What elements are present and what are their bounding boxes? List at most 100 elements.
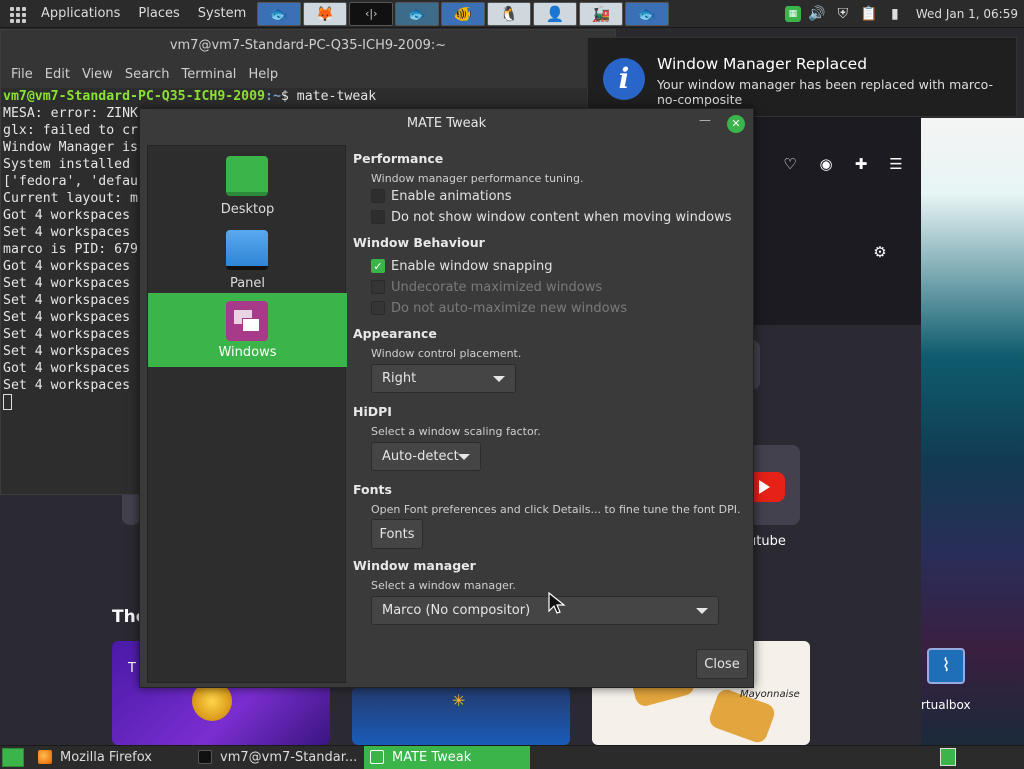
- info-icon: i: [603, 58, 645, 100]
- window-manager-dropdown[interactable]: Marco (No compositor): [371, 596, 719, 625]
- workspace-switcher-icon[interactable]: [940, 748, 956, 766]
- fonts-title: Fonts: [353, 482, 392, 497]
- fish-launcher-icon[interactable]: 🐟: [257, 1, 302, 26]
- top-panel: Applications Places System 🐟 🦊 ‹|› 🐟 🐠 🐧…: [0, 0, 1024, 28]
- performance-desc: Window manager performance tuning.: [371, 172, 584, 185]
- gimp-launcher-icon[interactable]: 🦊: [303, 1, 348, 26]
- hamburger-menu-icon[interactable]: ☰: [886, 155, 906, 175]
- virtualbox-icon[interactable]: ⌇: [927, 648, 965, 684]
- chevron-down-icon: [696, 608, 708, 614]
- sidebar-item-windows[interactable]: Windows: [148, 293, 347, 367]
- panel-icon: [226, 230, 268, 270]
- tweak-sidebar: Desktop Panel Windows: [147, 145, 347, 683]
- terminal-menubar: File Edit View Search Terminal Help: [1, 60, 615, 88]
- behaviour-title: Window Behaviour: [353, 235, 485, 250]
- train-launcher-icon[interactable]: 🚂: [579, 1, 624, 26]
- window-snapping-checkbox[interactable]: ✓ Enable window snapping: [371, 257, 552, 275]
- windows-icon: [226, 301, 268, 341]
- penguin-launcher-icon[interactable]: 🐧: [487, 1, 532, 26]
- battery-icon[interactable]: ▮: [885, 4, 905, 24]
- terminal-cursor: [3, 394, 12, 410]
- enable-animations-checkbox[interactable]: Enable animations: [371, 187, 512, 205]
- mate-tweak-icon: [370, 750, 384, 764]
- prompt-path: :~: [265, 89, 281, 104]
- extensions-icon[interactable]: ✚: [851, 155, 871, 175]
- task-label: Mozilla Firefox: [60, 749, 152, 765]
- clock[interactable]: Wed Jan 1, 06:59: [908, 7, 1024, 21]
- window-control-placement-dropdown[interactable]: Right: [371, 364, 516, 393]
- menu-places[interactable]: Places: [129, 6, 188, 21]
- virtualbox-label[interactable]: rtualbox: [921, 698, 971, 712]
- terminal-icon: [198, 750, 212, 764]
- hide-window-content-checkbox[interactable]: Do not show window content when moving w…: [371, 208, 732, 226]
- wm-title: Window manager: [353, 558, 476, 573]
- chevron-down-icon: [458, 454, 470, 460]
- notification-popup[interactable]: i Window Manager Replaced Your window ma…: [587, 37, 1017, 117]
- task-firefox[interactable]: Mozilla Firefox: [32, 746, 192, 769]
- task-mate-tweak[interactable]: MATE Tweak: [364, 745, 530, 769]
- settings-gear-icon[interactable]: ⚙: [870, 243, 890, 263]
- applications-menu-icon[interactable]: [8, 5, 26, 23]
- appearance-title: Appearance: [353, 326, 437, 341]
- task-label: MATE Tweak: [392, 749, 472, 765]
- task-label: vm7@vm7-Standar...: [220, 749, 358, 765]
- checkbox-box: [371, 189, 385, 203]
- minimize-icon[interactable]: —: [699, 113, 711, 127]
- scaling-factor-dropdown[interactable]: Auto-detect: [371, 442, 481, 471]
- checkbox-box: [371, 301, 385, 315]
- system-tray: ▦ 🔊 ⛨ 📋 ▮ Wed Jan 1, 06:59: [782, 0, 1024, 28]
- bottom-taskbar: Mozilla Firefox vm7@vm7-Standar... MATE …: [0, 745, 1024, 769]
- sidebar-item-label: Desktop: [220, 202, 275, 217]
- menu-system[interactable]: System: [189, 6, 255, 21]
- close-window-icon[interactable]: ✕: [727, 115, 745, 133]
- chevron-down-icon: [493, 376, 505, 382]
- sidebar-item-label: Panel: [229, 276, 266, 291]
- dropdown-value: Auto-detect: [382, 449, 459, 464]
- sidebar-item-desktop[interactable]: Desktop: [148, 150, 347, 224]
- task-terminal[interactable]: vm7@vm7-Standar...: [192, 746, 364, 769]
- checkbox-box: [371, 210, 385, 224]
- terminal-launcher-icon[interactable]: ‹|›: [349, 1, 394, 26]
- checkbox-label: Undecorate maximized windows: [391, 279, 603, 295]
- mate-tweak-dialog: MATE Tweak — ✕ Desktop Panel Windows Per…: [139, 108, 754, 688]
- clipboard-icon[interactable]: 📋: [859, 4, 879, 24]
- terminal-menu-help[interactable]: Help: [242, 67, 284, 82]
- terminal-menu-view[interactable]: View: [76, 67, 119, 82]
- undecorate-maximized-checkbox: Undecorate maximized windows: [371, 278, 602, 296]
- menu-applications[interactable]: Applications: [32, 6, 129, 21]
- dropdown-value: Right: [382, 371, 417, 386]
- fish-launcher-icon-3[interactable]: 🐠: [441, 1, 486, 26]
- desktop-icon: [226, 156, 268, 196]
- pocket-icon[interactable]: ♡: [780, 155, 800, 175]
- terminal-title: vm7@vm7-Standard-PC-Q35-ICH9-2009:~: [169, 37, 447, 53]
- account-icon[interactable]: ◉: [816, 155, 836, 175]
- terminal-menu-terminal[interactable]: Terminal: [175, 67, 242, 82]
- story-text-fragment: T: [128, 661, 136, 676]
- checkbox-label: Do not show window content when moving w…: [391, 209, 732, 225]
- tweak-title: MATE Tweak: [406, 116, 487, 131]
- keyboard-indicator-icon[interactable]: ▦: [784, 6, 801, 22]
- terminal-menu-search[interactable]: Search: [119, 67, 176, 82]
- hidpi-desc: Select a window scaling factor.: [371, 425, 541, 438]
- checkmark-icon: ✓: [371, 259, 385, 273]
- close-button[interactable]: Close: [696, 649, 748, 679]
- appearance-desc: Window control placement.: [371, 347, 522, 360]
- fish-launcher-icon-2[interactable]: 🐟: [395, 1, 440, 26]
- volume-icon[interactable]: 🔊: [807, 4, 827, 24]
- terminal-menu-edit[interactable]: Edit: [39, 67, 76, 82]
- fish-launcher-icon-4[interactable]: 🐟: [625, 1, 670, 26]
- story-image-2[interactable]: ✳: [352, 687, 570, 745]
- sidebar-item-label: Windows: [218, 345, 277, 360]
- fonts-button[interactable]: Fonts: [371, 519, 423, 549]
- terminal-menu-file[interactable]: File: [5, 67, 39, 82]
- show-desktop-icon[interactable]: [2, 747, 24, 767]
- prompt-user: vm7@vm7-Standard-PC-Q35-ICH9-2009: [3, 89, 266, 104]
- sidebar-item-panel[interactable]: Panel: [148, 224, 347, 298]
- person-launcher-icon[interactable]: 👤: [533, 1, 578, 26]
- performance-title: Performance: [353, 151, 444, 166]
- tweak-titlebar[interactable]: MATE Tweak — ✕: [140, 109, 753, 139]
- prompt-command: $ mate-tweak: [280, 89, 377, 104]
- walmart-spark-icon: ✳: [452, 691, 466, 710]
- terminal-titlebar[interactable]: vm7@vm7-Standard-PC-Q35-ICH9-2009:~: [1, 30, 615, 60]
- shield-icon[interactable]: ⛨: [833, 4, 853, 24]
